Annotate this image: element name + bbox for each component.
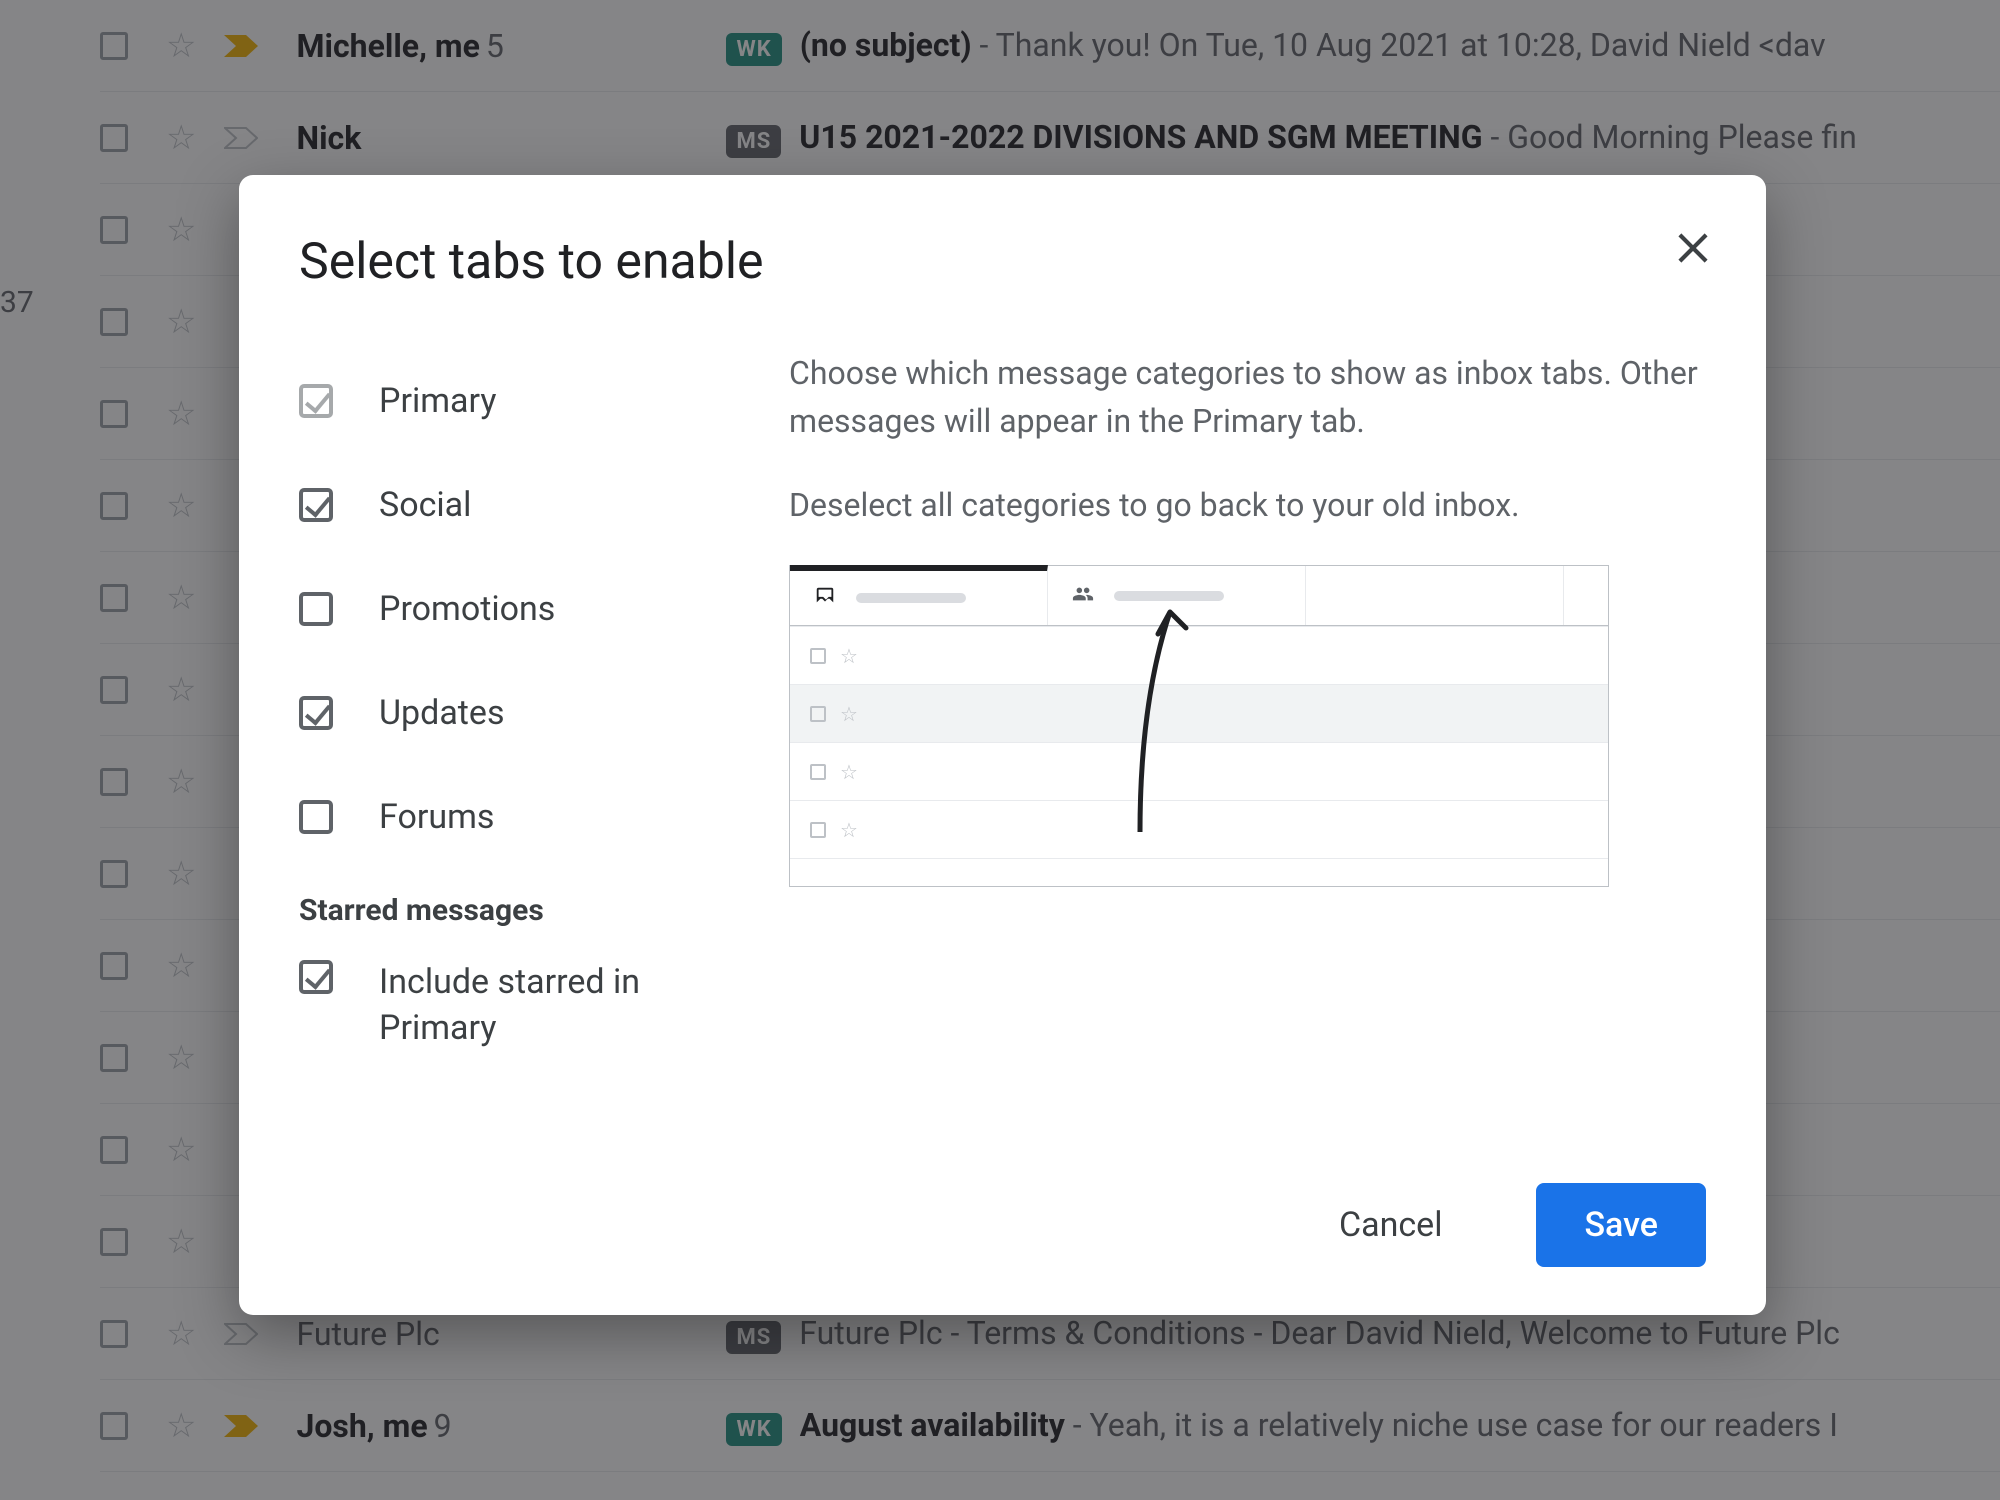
dialog-description-1: Choose which message categories to show … xyxy=(789,349,1706,445)
option-label: Updates xyxy=(379,693,505,733)
include-starred-option[interactable]: Include starred in Primary xyxy=(299,942,719,1052)
close-icon[interactable] xyxy=(1668,223,1718,273)
preview-row: ☆ xyxy=(790,800,1608,858)
tab-option-updates[interactable]: Updates xyxy=(299,661,719,765)
inbox-preview: ☆ ☆ ☆ ☆ xyxy=(789,565,1609,887)
cancel-button[interactable]: Cancel xyxy=(1299,1183,1483,1267)
save-button[interactable]: Save xyxy=(1536,1183,1706,1267)
checkbox[interactable] xyxy=(299,488,333,522)
starred-subhead: Starred messages xyxy=(299,893,719,928)
checkbox[interactable] xyxy=(299,960,333,994)
option-label: Promotions xyxy=(379,589,555,629)
dialog-description-2: Deselect all categories to go back to yo… xyxy=(789,481,1706,529)
inbox-icon xyxy=(812,585,838,611)
preview-tab-primary xyxy=(790,565,1048,625)
checkbox[interactable] xyxy=(299,592,333,626)
preview-row: ☆ xyxy=(790,684,1608,742)
tab-option-promotions[interactable]: Promotions xyxy=(299,557,719,661)
preview-row: ☆ xyxy=(790,626,1608,684)
select-tabs-dialog: Select tabs to enable Primary Social Promo… xyxy=(239,175,1766,1315)
option-label: Social xyxy=(379,485,471,525)
checkbox xyxy=(299,384,333,418)
people-icon xyxy=(1070,583,1096,609)
option-label: Forums xyxy=(379,797,494,837)
preview-tab-empty xyxy=(1306,566,1564,625)
tab-option-forums[interactable]: Forums xyxy=(299,765,719,869)
tab-option-social[interactable]: Social xyxy=(299,453,719,557)
checkbox[interactable] xyxy=(299,800,333,834)
preview-row: ☆ xyxy=(790,742,1608,800)
preview-tab-social xyxy=(1048,566,1306,625)
tab-option-primary: Primary xyxy=(299,349,719,453)
checkbox[interactable] xyxy=(299,696,333,730)
option-label: Primary xyxy=(379,381,496,421)
option-label: Include starred in Primary xyxy=(379,960,719,1052)
dialog-title: Select tabs to enable xyxy=(299,233,1706,291)
